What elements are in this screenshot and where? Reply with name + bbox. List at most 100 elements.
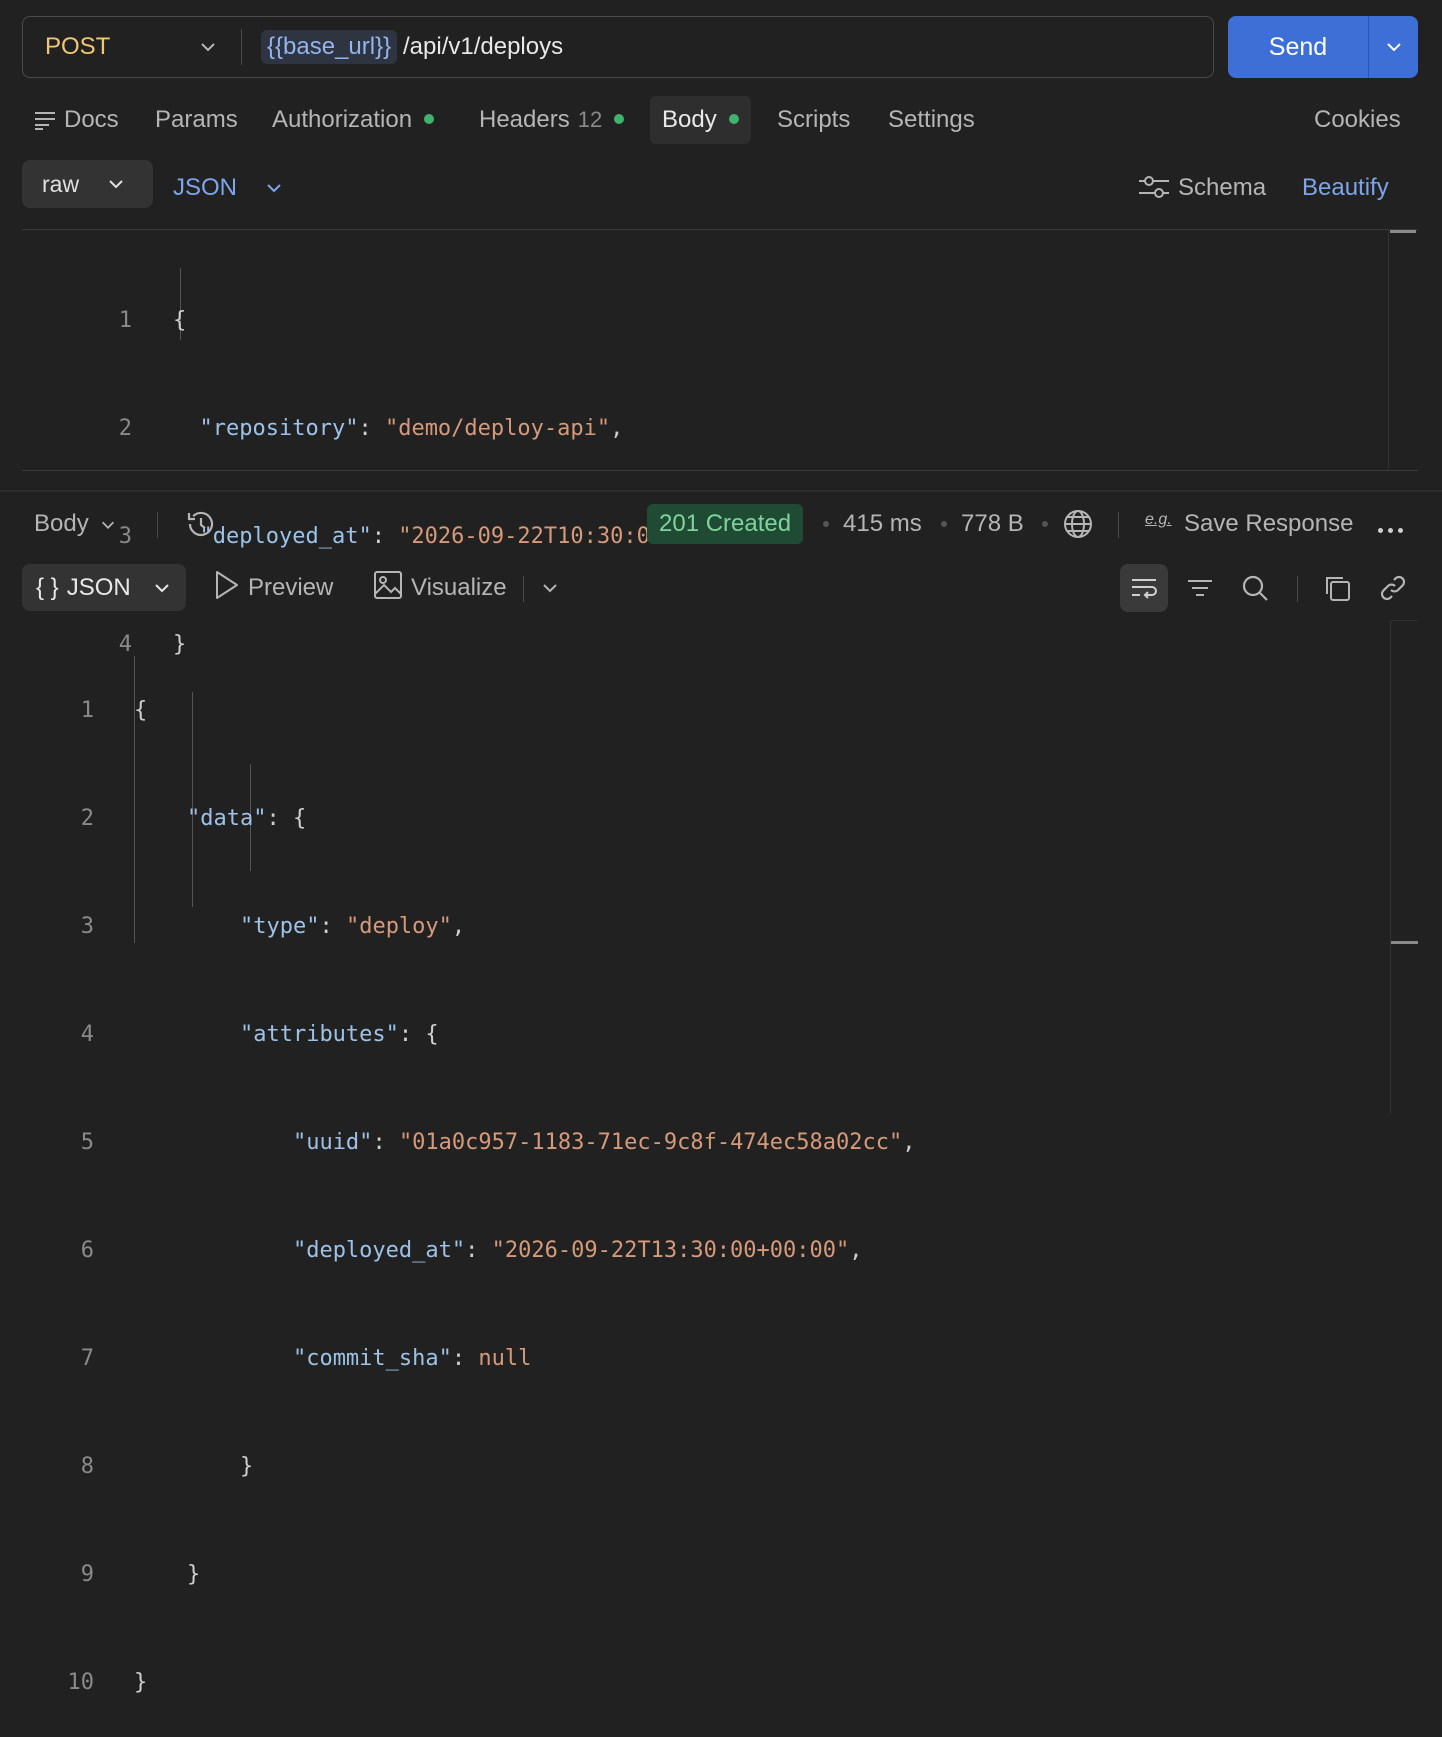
tab-settings[interactable]: Settings [888,96,975,144]
line-number: 2 [118,416,132,441]
json-key: "uuid" [292,1130,373,1155]
schema-button[interactable]: Schema [1138,164,1266,212]
json-string: "01a0c957-1183-71ec-9c8f-474ec58a02cc" [398,1130,903,1155]
separator [523,576,524,602]
status-dot [728,113,739,124]
line-number: 1 [118,308,132,333]
example-icon: e.g. [1145,511,1172,528]
search-button[interactable] [1231,564,1279,612]
play-icon [216,571,238,599]
brace: { [292,806,307,831]
json-string: "demo/deploy-api" [384,416,611,441]
chevron-down-icon[interactable] [1384,37,1404,57]
json-key: "data" [186,806,267,831]
send-button[interactable]: Send [1228,16,1368,78]
json-null: null [478,1346,532,1371]
tab-params[interactable]: Params [155,96,238,144]
json-key: "attributes" [239,1022,399,1047]
bullet [941,521,947,527]
response-size[interactable]: 778 B [961,500,1024,548]
json-string: "2026-09-22T13:30:00+00:00" [491,1238,850,1263]
line-number: 4 [118,632,132,657]
tab-docs-label: Docs [64,106,119,133]
method-select[interactable]: POST [45,17,110,77]
visualize-button[interactable]: Visualize [373,564,507,612]
chevron-down-icon[interactable] [540,578,560,598]
brace: { [173,308,187,333]
tab-body-label: Body [662,106,717,133]
globe-icon[interactable] [1062,508,1094,540]
filter-icon [1188,580,1212,596]
brace: } [239,1454,254,1479]
chevron-down-icon[interactable] [264,178,284,198]
link-icon [1380,575,1406,601]
body-language-select[interactable]: JSON [173,164,237,212]
line-number: 3 [80,914,94,939]
beautify-button[interactable]: Beautify [1302,164,1389,212]
line-number: 2 [80,806,94,831]
tab-docs[interactable]: Docs [34,96,119,144]
visualize-label: Visualize [411,574,507,601]
chevron-down-icon[interactable] [198,37,218,57]
json-key: "repository" [199,416,359,441]
json-key: "deployed_at" [199,524,372,549]
bullet [823,521,829,527]
preview-button[interactable]: Preview [214,564,333,612]
line-number: 9 [80,1562,94,1587]
schema-sliders-icon [1139,176,1169,198]
editor-scroll-thumb[interactable] [1390,230,1416,233]
tab-authorization-label: Authorization [272,106,413,133]
image-icon [374,571,402,599]
filter-button[interactable] [1176,564,1224,612]
request-line-numbers: 1 2 3 4 [96,231,132,699]
tab-authorization[interactable]: Authorization [272,96,435,144]
bullet [1042,521,1048,527]
braces-icon: { } [36,574,59,601]
status-dot [614,113,625,124]
line-number: 10 [67,1670,95,1695]
line-number: 8 [80,1454,94,1479]
response-format-label: { } JSON [36,564,131,611]
line-number: 4 [80,1022,94,1047]
separator [1118,512,1119,538]
send-button-group: Send [1228,16,1418,78]
chevron-down-icon[interactable] [99,516,117,534]
more-icon[interactable] [1378,520,1408,538]
tab-scripts[interactable]: Scripts [777,96,850,144]
save-response-button[interactable]: Save Response [1184,500,1353,548]
response-time[interactable]: 415 ms [843,500,922,548]
url-bar[interactable]: POST {{base_url}} /api/v1/deploys [22,16,1214,78]
response-line-numbers: 1 2 3 4 5 6 7 8 9 10 [56,621,95,1737]
chevron-down-icon [155,584,169,593]
tab-body[interactable]: Body [650,96,751,144]
response-scrollbar[interactable] [1390,620,1391,1114]
response-format-select[interactable]: { } JSON [22,564,186,611]
tab-headers[interactable]: Headers 12 [479,96,625,144]
format-text: JSON [66,574,131,601]
url-path-input[interactable]: /api/v1/deploys [403,17,563,77]
response-code: { "data": { "type": "deploy", "attribute… [134,698,916,1695]
response-view-select[interactable]: Body [34,500,89,548]
line-number: 6 [80,1238,94,1263]
url-variable-chip[interactable]: {{base_url}} [261,30,398,64]
headers-count: 12 [577,107,603,132]
copy-button[interactable] [1313,564,1361,612]
response-scroll-thumb[interactable] [1391,941,1418,944]
brace: } [134,1670,148,1695]
search-icon [1242,575,1268,601]
wrap-lines-button[interactable] [1120,564,1168,612]
separator [157,512,158,538]
docs-lines-icon [35,112,55,130]
history-icon[interactable] [185,508,217,540]
brace: { [134,698,148,723]
wrap-icon [1132,579,1157,599]
link-button[interactable] [1369,564,1417,612]
json-key: "commit_sha" [292,1346,452,1371]
status-badge: 201 Created [647,504,804,544]
brace: { [425,1022,439,1047]
cookies-link[interactable]: Cookies [1314,96,1401,144]
pane-divider[interactable] [0,490,1442,492]
preview-label: Preview [248,574,334,601]
editor-scrollbar[interactable] [1388,229,1389,469]
body-mode-select[interactable]: raw [22,160,153,208]
